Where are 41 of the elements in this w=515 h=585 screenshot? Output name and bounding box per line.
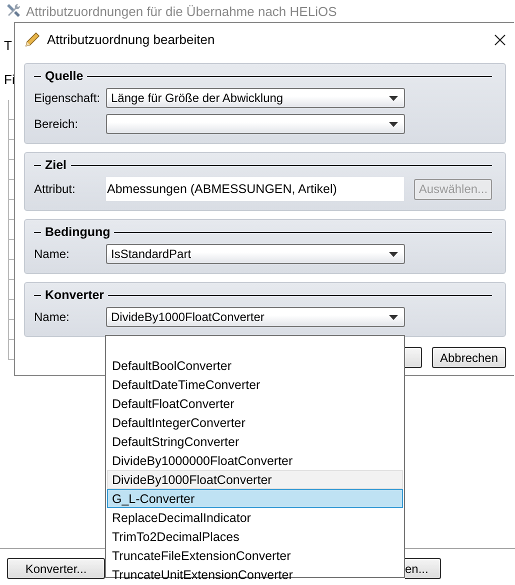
window-title: Attributzuordnungen für die Übernahme nach HELiOS bbox=[26, 4, 337, 18]
dropdown-field[interactable]: DivideBy1000FloatConverter bbox=[106, 307, 405, 327]
dropdown-item[interactable]: DefaultBoolConverter bbox=[107, 356, 403, 375]
dropdown-item[interactable]: DivideBy1000FloatConverter bbox=[107, 470, 403, 489]
dropdown-arrow-icon bbox=[389, 314, 398, 320]
cancel-button[interactable]: Abbrechen bbox=[432, 347, 506, 368]
dropdown-field[interactable]: Länge für Größe der Abwicklung bbox=[106, 88, 405, 108]
dropdown-item[interactable]: DefaultFloatConverter bbox=[107, 394, 403, 413]
field-label: Name: bbox=[34, 310, 70, 324]
dropdown-item[interactable]: DivideBy1000000FloatConverter bbox=[107, 451, 403, 470]
field-label: Attribut: bbox=[34, 182, 76, 196]
field-label: Fi bbox=[4, 72, 15, 87]
field-label: Eigenschaft: bbox=[34, 91, 102, 105]
field-label: Name: bbox=[34, 247, 70, 261]
dialog-button[interactable] bbox=[404, 347, 422, 368]
dialog-title: Attributzuordnung bearbeiten bbox=[47, 32, 215, 47]
dropdown-item[interactable]: TruncateUnitExtensionConverter bbox=[107, 565, 403, 584]
dropdown-arrow-icon bbox=[389, 122, 398, 126]
dropdown-item[interactable]: ReplaceDecimalIndicator bbox=[107, 508, 403, 527]
dropdown-item[interactable]: TruncateFileExtensionConverter bbox=[107, 546, 403, 565]
dropdown-field[interactable] bbox=[106, 114, 405, 134]
dropdown-item[interactable]: G_L-Converter bbox=[107, 489, 403, 508]
dropdown-item[interactable]: DefaultStringConverter bbox=[107, 432, 403, 451]
dropdown-field[interactable]: IsStandardPart bbox=[106, 244, 405, 264]
converter-button[interactable]: Konverter... bbox=[7, 558, 105, 579]
dropdown-item[interactable]: DefaultDateTimeConverter bbox=[107, 375, 403, 394]
group-title: Konverter bbox=[45, 288, 104, 302]
group-title: Quelle bbox=[45, 69, 84, 83]
field-label: Bereich: bbox=[34, 117, 80, 131]
field-label: T bbox=[4, 38, 12, 53]
dropdown-item[interactable]: DefaultIntegerConverter bbox=[107, 413, 403, 432]
text-field[interactable]: Abmessungen (ABMESSUNGEN, Artikel) bbox=[106, 177, 404, 201]
pencil-icon bbox=[23, 30, 41, 48]
tools-icon bbox=[5, 3, 21, 19]
dropdown-arrow-icon bbox=[389, 96, 398, 100]
dropdown-arrow-icon bbox=[389, 252, 398, 256]
close-icon[interactable] bbox=[494, 34, 506, 46]
group-title: Bedingung bbox=[45, 225, 110, 239]
group-title: Ziel bbox=[45, 158, 67, 172]
dropdown-item[interactable]: TrimTo2DecimalPlaces bbox=[107, 527, 403, 546]
action-button[interactable]: en... bbox=[405, 558, 441, 579]
